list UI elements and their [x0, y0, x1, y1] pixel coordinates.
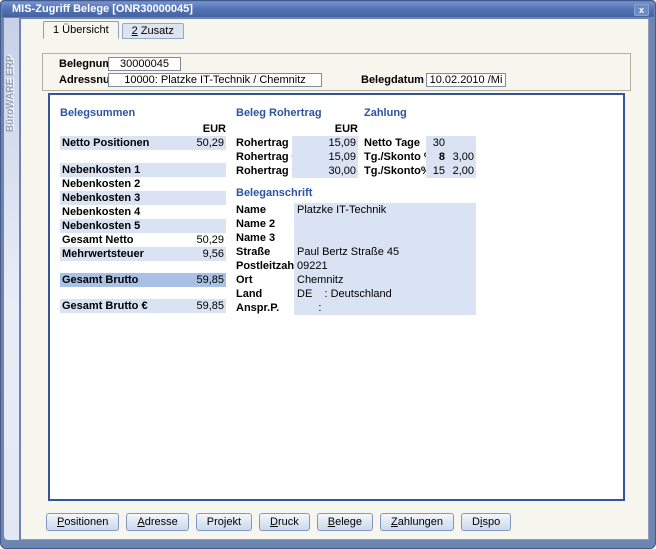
table-row: Netto Tage30	[364, 136, 476, 150]
positionen-button[interactable]: Positionen	[46, 513, 119, 531]
table-row: Netto Positionen50,29	[60, 136, 226, 150]
beleganschrift-section: Beleganschrift NamePlatzke IT-Technik Na…	[236, 187, 476, 315]
zahlung-section: Zahlung Netto Tage30 Tg./Skonto %83,00 T…	[364, 107, 476, 178]
table-row: Mehrwertsteuer9,56	[60, 247, 226, 261]
app-window: MIS-Zugriff Belege [ONR30000045] x BüroW…	[0, 0, 656, 549]
table-row: LandDE : Deutschland	[236, 287, 476, 301]
header-fieldset: Belegnummer Adressnummer Belegdatum	[42, 53, 631, 91]
belegsummen-section: Belegsummen EUR Netto Positionen50,29 Ne…	[60, 107, 226, 313]
table-row: Name 3	[236, 231, 476, 245]
row-spacer	[60, 287, 226, 299]
adressnummer-input[interactable]	[108, 73, 322, 87]
belege-button[interactable]: Belege	[317, 513, 373, 531]
table-row: NamePlatzke IT-Technik	[236, 203, 476, 217]
row-spacer	[60, 150, 226, 163]
brand-strip: BüroWARE ERP	[4, 18, 19, 540]
row-spacer	[60, 261, 226, 273]
projekt-button[interactable]: Projekt	[196, 513, 252, 531]
table-row: Name 2	[236, 217, 476, 231]
adresse-button[interactable]: Adresse	[126, 513, 188, 531]
belegsummen-title: Belegsummen	[60, 107, 226, 123]
main-panel: Belegsummen EUR Netto Positionen50,29 Ne…	[48, 93, 625, 501]
druck-button[interactable]: Druck	[259, 513, 310, 531]
brand-label: BüroWARE ERP	[5, 37, 16, 132]
table-row: OrtChemnitz	[236, 273, 476, 287]
tab-uebersicht[interactable]: 1 Übersicht	[43, 21, 119, 39]
rohertrag-title: Beleg Rohertrag	[236, 107, 358, 123]
zahlung-title: Zahlung	[364, 107, 476, 123]
belegnummer-input[interactable]	[108, 57, 181, 71]
belegdatum-input[interactable]	[426, 73, 506, 87]
table-row: Tg./Skonto%152,00	[364, 164, 476, 178]
table-row: Gesamt Netto50,29	[60, 233, 226, 247]
table-row: Rohertrag €15,09	[236, 150, 358, 164]
table-row: Nebenkosten 3	[60, 191, 226, 205]
table-row: Tg./Skonto %83,00	[364, 150, 476, 164]
table-row: Nebenkosten 4	[60, 205, 226, 219]
action-button-bar: Positionen Adresse Projekt Druck Belege …	[46, 513, 511, 531]
table-row: StraßePaul Bertz Straße 45	[236, 245, 476, 259]
row-spacer	[364, 123, 476, 136]
tab-page: 1 Übersicht 2 Zusatz Belegnummer Adressn…	[21, 19, 649, 540]
rohertrag-currency: EUR	[236, 123, 358, 136]
window-title: MIS-Zugriff Belege [ONR30000045]	[12, 3, 193, 15]
table-row: Postleitzahl09221	[236, 259, 476, 273]
table-row: Rohertrag15,09	[236, 136, 358, 150]
title-bar[interactable]: MIS-Zugriff Belege [ONR30000045] x	[2, 2, 654, 17]
table-row: Nebenkosten 2	[60, 177, 226, 191]
table-row: Nebenkosten 1	[60, 163, 226, 177]
beleganschrift-title: Beleganschrift	[236, 187, 476, 203]
belegsummen-currency: EUR	[60, 123, 226, 136]
table-row: Rohertrag %30,00	[236, 164, 358, 178]
zahlungen-button[interactable]: Zahlungen	[380, 513, 454, 531]
tab-bar: 1 Übersicht 2 Zusatz	[43, 21, 184, 39]
table-row: Nebenkosten 5	[60, 219, 226, 233]
dispo-button[interactable]: Dispo	[461, 513, 511, 531]
belegdatum-label: Belegdatum	[361, 74, 424, 86]
table-row: Gesamt Brutto €59,85	[60, 299, 226, 313]
close-icon[interactable]: x	[634, 4, 649, 16]
tab-zusatz[interactable]: 2 Zusatz	[122, 23, 184, 39]
table-row-total: Gesamt Brutto59,85	[60, 273, 226, 287]
rohertrag-section: Beleg Rohertrag EUR Rohertrag15,09 Roher…	[236, 107, 358, 178]
table-row: Anspr.P. :	[236, 301, 476, 315]
